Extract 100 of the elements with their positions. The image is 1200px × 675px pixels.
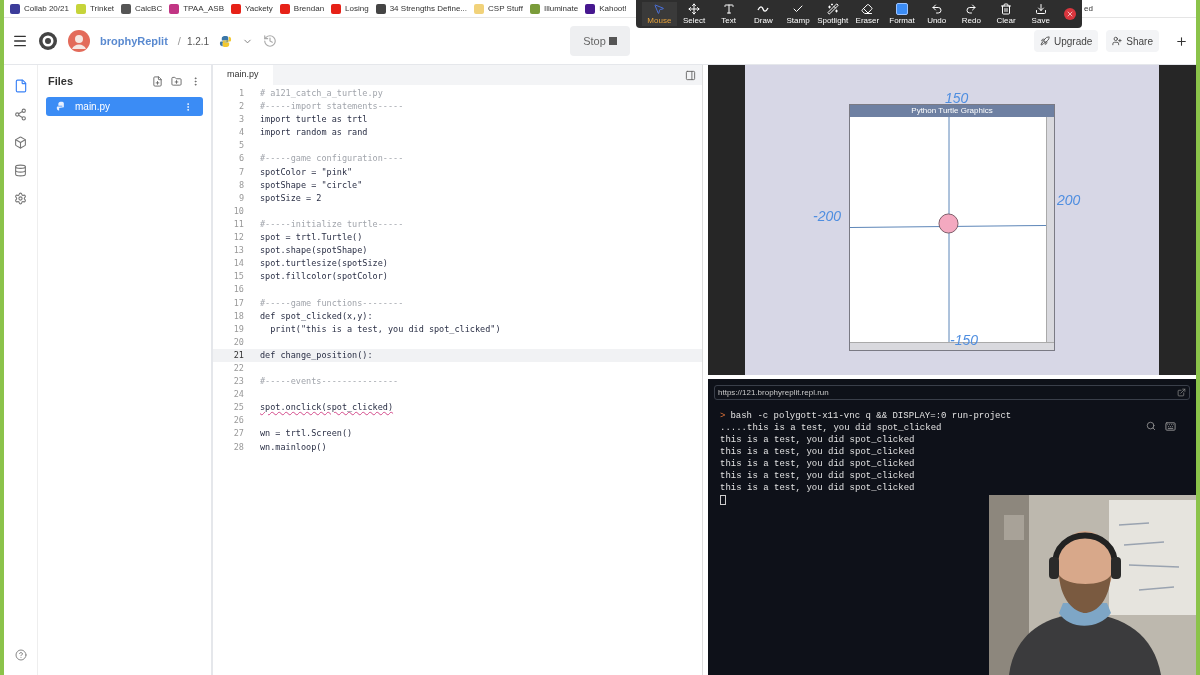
close-icon[interactable] bbox=[1064, 8, 1077, 20]
terminal-line: this is a test, you did spot_clicked bbox=[720, 458, 915, 470]
eraser-icon bbox=[861, 3, 874, 15]
terminal-line: this is a test, you did spot_clicked bbox=[720, 446, 915, 458]
line-number: 24 bbox=[232, 388, 244, 402]
code-line: #-----events--------------- bbox=[260, 375, 399, 389]
line-number: 11 bbox=[232, 217, 244, 231]
code-line: def change_position(): bbox=[260, 348, 373, 362]
bookmark-link[interactable]: Brendan bbox=[293, 2, 325, 15]
annotation-tool[interactable]: Text bbox=[711, 2, 746, 26]
turtle-dot[interactable] bbox=[938, 213, 959, 234]
avatar-icon[interactable] bbox=[68, 30, 90, 52]
annotation-tool[interactable]: Save bbox=[1023, 2, 1059, 26]
terminal-line: .....this is a test, you did spot_clicked bbox=[720, 422, 942, 434]
add-icon[interactable] bbox=[1175, 34, 1188, 48]
bookmark-link[interactable]: CSP Stuff bbox=[488, 2, 523, 15]
logo-icon[interactable] bbox=[38, 31, 58, 51]
bookmark-link[interactable]: Yackety bbox=[244, 2, 273, 15]
share-button[interactable]: Share bbox=[1106, 30, 1159, 52]
bookmark-link[interactable]: 34 Strengths Define... bbox=[389, 2, 468, 15]
line-number: 17 bbox=[232, 296, 244, 310]
annotation-tool[interactable]: Mouse bbox=[642, 2, 677, 26]
line-number: 9 bbox=[237, 191, 244, 205]
keyboard-icon[interactable] bbox=[1165, 421, 1176, 432]
annotation-tool[interactable]: Format bbox=[884, 2, 920, 26]
code-line: def spot_clicked(x,y): bbox=[260, 309, 373, 323]
line-number: 26 bbox=[232, 414, 244, 428]
bookmark-link[interactable]: TPAA_ASB bbox=[183, 2, 224, 15]
annotation-tool[interactable]: Eraser bbox=[850, 2, 885, 26]
python-icon bbox=[56, 101, 67, 112]
panel-title: Files bbox=[48, 73, 75, 89]
editor-tab[interactable]: main.py bbox=[213, 65, 273, 85]
line-number: 2 bbox=[237, 100, 244, 114]
panel-icon[interactable] bbox=[685, 70, 696, 81]
handwritten-label: -200 bbox=[813, 209, 842, 223]
annotation-tool[interactable]: Clear bbox=[988, 2, 1024, 26]
vertical-scrollbar[interactable] bbox=[1046, 117, 1054, 342]
cursor bbox=[720, 495, 726, 505]
download-icon bbox=[1034, 3, 1047, 15]
code-line: #-----game configuration---- bbox=[260, 152, 404, 166]
line-number: 16 bbox=[232, 283, 244, 297]
search-icon[interactable] bbox=[1146, 421, 1156, 431]
bookmark-link[interactable]: Losing bbox=[345, 2, 369, 15]
share-icon[interactable] bbox=[14, 108, 27, 121]
menu-icon[interactable] bbox=[12, 33, 28, 49]
annotation-tool[interactable]: Undo bbox=[919, 2, 955, 26]
line-number: 1 bbox=[237, 87, 244, 100]
bookmark-link[interactable]: Illuminate bbox=[543, 2, 579, 15]
bookmark-link[interactable]: Kahoot! bbox=[599, 2, 627, 15]
line-number: 10 bbox=[232, 204, 244, 218]
path-separator: / bbox=[177, 33, 181, 49]
code-line: # a121_catch_a_turtle.py bbox=[260, 87, 383, 100]
line-number: 3 bbox=[237, 113, 244, 127]
code-line: import turtle as trtl bbox=[260, 113, 368, 127]
terminal-line: this is a test, you did spot_clicked bbox=[720, 470, 915, 482]
new-folder-icon[interactable] bbox=[171, 75, 182, 87]
history-icon[interactable] bbox=[263, 34, 278, 48]
code-line: wn.mainloop() bbox=[260, 440, 327, 454]
help-icon[interactable] bbox=[14, 649, 27, 661]
terminal-line: this is a test, you did spot_clicked bbox=[720, 434, 915, 446]
bookmark-link[interactable]: ed bbox=[1084, 2, 1093, 15]
undo-icon bbox=[930, 3, 943, 15]
bookmark-link[interactable]: Collab 20/21 bbox=[24, 2, 69, 15]
line-number: 8 bbox=[237, 178, 244, 192]
settings-icon[interactable] bbox=[14, 192, 27, 205]
external-link-icon bbox=[1177, 388, 1186, 397]
database-icon[interactable] bbox=[14, 164, 27, 177]
upgrade-button[interactable]: Upgrade bbox=[1033, 30, 1099, 52]
pointer-icon bbox=[653, 3, 666, 15]
code-line: import random as rand bbox=[260, 126, 368, 140]
line-number: 7 bbox=[237, 165, 244, 179]
annotation-tool[interactable]: Stamp bbox=[780, 2, 816, 26]
line-number: 14 bbox=[232, 257, 244, 271]
prompt-symbol: > bbox=[720, 410, 726, 422]
line-number: 18 bbox=[232, 309, 244, 323]
annotation-tool[interactable]: Spotlight bbox=[815, 2, 851, 26]
files-icon[interactable] bbox=[13, 79, 28, 93]
line-number: 25 bbox=[232, 401, 244, 415]
url-bar[interactable]: https://121.brophyreplit.repl.run bbox=[714, 385, 1190, 400]
bookmark-link[interactable]: CalcBC bbox=[135, 2, 163, 15]
window-title: Python Turtle Graphics bbox=[910, 105, 994, 117]
annotation-tool[interactable]: Draw bbox=[746, 2, 781, 26]
terminal-command: bash -c polygott-x11-vnc q && DISPLAY=:0 run-project bbox=[730, 410, 1012, 422]
stop-button[interactable]: Stop bbox=[570, 26, 630, 56]
line-number: 4 bbox=[237, 126, 244, 140]
line-number: 21 bbox=[232, 348, 244, 362]
format-swatch-icon bbox=[896, 3, 909, 15]
rocket-icon bbox=[1039, 36, 1050, 46]
package-icon[interactable] bbox=[14, 136, 27, 149]
wand-icon bbox=[826, 3, 839, 15]
user-name[interactable]: brophyReplit bbox=[100, 32, 168, 50]
code-line: #-----import statements----- bbox=[260, 100, 404, 114]
annotation-tool[interactable]: Select bbox=[676, 2, 712, 26]
annotation-tool[interactable]: Redo bbox=[954, 2, 989, 26]
handwritten-label: 150 bbox=[945, 91, 969, 105]
new-file-icon[interactable] bbox=[152, 75, 163, 87]
version-label[interactable]: 1.2.1 bbox=[186, 33, 210, 49]
code-line: print("this is a test, you did spot_clicked") bbox=[269, 322, 501, 336]
bookmark-link[interactable]: Trinket bbox=[89, 2, 115, 15]
line-number: 20 bbox=[232, 335, 244, 349]
